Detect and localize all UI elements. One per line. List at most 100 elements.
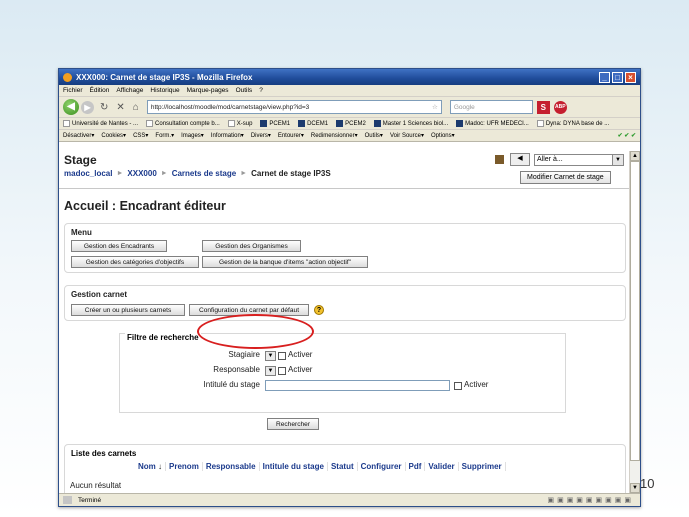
search-input[interactable]: Google [449,100,533,114]
bookmark-icon [336,120,344,127]
dev-options[interactable]: Options▾ [431,132,455,139]
responsable-activate-checkbox[interactable] [278,367,286,375]
col-statut[interactable]: Statut [328,462,358,471]
bookmark-item[interactable]: Master 1 Sciences biol... [373,120,448,127]
menu-marque-pages[interactable]: Marque-pages [187,87,229,94]
firefox-icon [63,72,72,82]
dev-redimensionner[interactable]: Redimensionner▾ [311,132,358,139]
breadcrumb-course[interactable]: XXX000 [127,169,156,178]
menu-title: Menu [71,228,92,237]
menu-outils[interactable]: Outils [236,87,253,94]
breadcrumb-separator-icon: ► [116,170,124,177]
reload-icon[interactable]: ↻ [100,102,108,113]
previous-activity-button[interactable]: ◀ [510,153,530,166]
bookmark-item[interactable]: DCEM1 [298,120,328,127]
col-prenom[interactable]: Prenom [166,462,203,471]
dev-cookies[interactable]: Cookies▾ [101,132,126,139]
minimize-button[interactable]: _ [599,71,610,83]
stagiaire-activate-checkbox[interactable] [278,352,286,360]
gestion-organismes-button[interactable]: Gestion des Organismes [202,240,301,252]
validation-check-icons: ✔ ✔ ✔ [617,133,636,139]
search-placeholder: Google [453,103,475,111]
intitule-activate-checkbox[interactable] [454,382,462,390]
modify-carnet-button[interactable]: Modifier Carnet de stage [520,171,611,184]
header-controls: ◀ Aller à... ▼ [495,153,624,166]
jump-to-select[interactable]: Aller à... ▼ [534,153,624,166]
highlight-circle [197,314,314,349]
home-icon[interactable]: ⌂ [133,102,139,113]
table-row: Aucun résultat [70,481,122,490]
carnets-table-header: Nom ↓ Prenom Responsable Intitule du sta… [135,462,506,471]
intitule-label: Intitulé du stage [203,380,260,389]
col-valider: Valider [425,462,459,471]
vertical-scrollbar[interactable]: ▲ ▼ [629,151,640,493]
menu-bar: Fichier Édition Affichage Historique Mar… [59,85,640,97]
bookmark-item[interactable]: PCEM2 [336,120,366,127]
url-bar[interactable]: http://localhost/moodle/mod/carnetstage/… [146,100,442,114]
web-developer-toolbar: Désactiver▾ Cookies▾ CSS▾ Form.▾ Images▾… [59,130,640,142]
col-configurer: Configurer [358,462,406,471]
dev-images[interactable]: Images▾ [181,132,204,139]
responsable-select[interactable]: ▼ [265,366,276,376]
stagiaire-select[interactable]: ▼ [265,351,276,361]
menu-box: Menu Gestion des Encadrants Gestion des … [64,223,626,273]
col-responsable[interactable]: Responsable [203,462,260,471]
bookmark-item[interactable]: Université de Nantes - ... [63,120,138,127]
gestion-encadrants-button[interactable]: Gestion des Encadrants [71,240,167,252]
bookmark-item[interactable]: X-sup [227,120,252,127]
dev-forms[interactable]: Form.▾ [155,132,174,139]
menu-aide[interactable]: ? [259,87,263,94]
help-icon[interactable]: ? [314,305,324,315]
status-text: Terminé [78,496,102,504]
close-button[interactable]: × [625,71,636,83]
menu-fichier[interactable]: Fichier [63,87,83,94]
breadcrumb-carnets[interactable]: Carnets de stage [172,169,236,178]
create-carnets-button[interactable]: Créer un ou plusieurs carnets [71,304,185,316]
page-content: Stage ◀ Aller à... ▼ madoc_local ► XXX00… [59,151,630,493]
menu-historique[interactable]: Historique [150,87,179,94]
col-intitule[interactable]: Intitule du stage [260,462,328,471]
dev-entourer[interactable]: Entourer▾ [278,132,304,139]
forward-button[interactable]: ▶ [81,100,94,114]
browser-window: XXX000: Carnet de stage IP3S - Mozilla F… [58,68,641,507]
intitule-input[interactable] [265,380,450,391]
scroll-up-icon[interactable]: ▲ [630,151,640,161]
url-text: http://localhost/moodle/mod/carnetstage/… [150,103,310,111]
back-button[interactable]: ◀ [63,99,79,115]
bookmark-icon [298,120,306,127]
jump-to-label: Aller à... [537,156,563,163]
s-addon-icon[interactable]: S [536,100,550,114]
col-supprimer: Supprimer [459,462,506,471]
page-icon [63,120,70,127]
chevron-down-icon: ▼ [612,154,623,165]
bookmark-star-icon[interactable]: ☆ [432,103,438,111]
responsable-label: Responsable [213,365,260,374]
bookmark-item[interactable]: PCEM1 [260,120,290,127]
col-nom[interactable]: Nom ↓ [135,462,167,471]
dev-information[interactable]: Information▾ [211,132,244,139]
bookmark-item[interactable]: Dyna: DYNA base de ... [536,120,609,127]
dev-outils[interactable]: Outils▾ [365,132,383,139]
scroll-thumb[interactable] [630,161,640,461]
dev-voir-source[interactable]: Voir Source▾ [390,132,424,139]
page-icon [146,120,154,127]
menu-edition[interactable]: Édition [90,87,110,94]
dev-desactiver[interactable]: Désactiver▾ [63,132,94,139]
gestion-categories-button[interactable]: Gestion des catégories d'objectifs [71,256,199,268]
dev-divers[interactable]: Divers▾ [251,132,271,139]
stop-icon[interactable]: ✕ [116,102,124,113]
search-filter-fieldset: Filtre de recherche Stagiaire ▼ Activer … [119,333,566,413]
breadcrumb-madoc[interactable]: madoc_local [64,169,112,178]
rechercher-button[interactable]: Rechercher [267,418,319,430]
adblock-icon[interactable]: ABP [553,100,567,114]
bookmarks-bar: Université de Nantes - ... Consultation … [59,118,640,130]
bookmark-item[interactable]: Consultation compte b... [146,120,220,127]
dev-css[interactable]: CSS▾ [133,132,148,139]
page-icon [536,120,544,127]
menu-affichage[interactable]: Affichage [116,87,143,94]
maximize-button[interactable]: □ [612,71,623,83]
scroll-down-icon[interactable]: ▼ [630,483,640,493]
list-title: Liste des carnets [71,449,137,458]
bookmark-item[interactable]: Madoc: UFR MEDECI... [456,120,529,127]
gestion-banque-items-button[interactable]: Gestion de la banque d'items "action obj… [202,256,368,268]
